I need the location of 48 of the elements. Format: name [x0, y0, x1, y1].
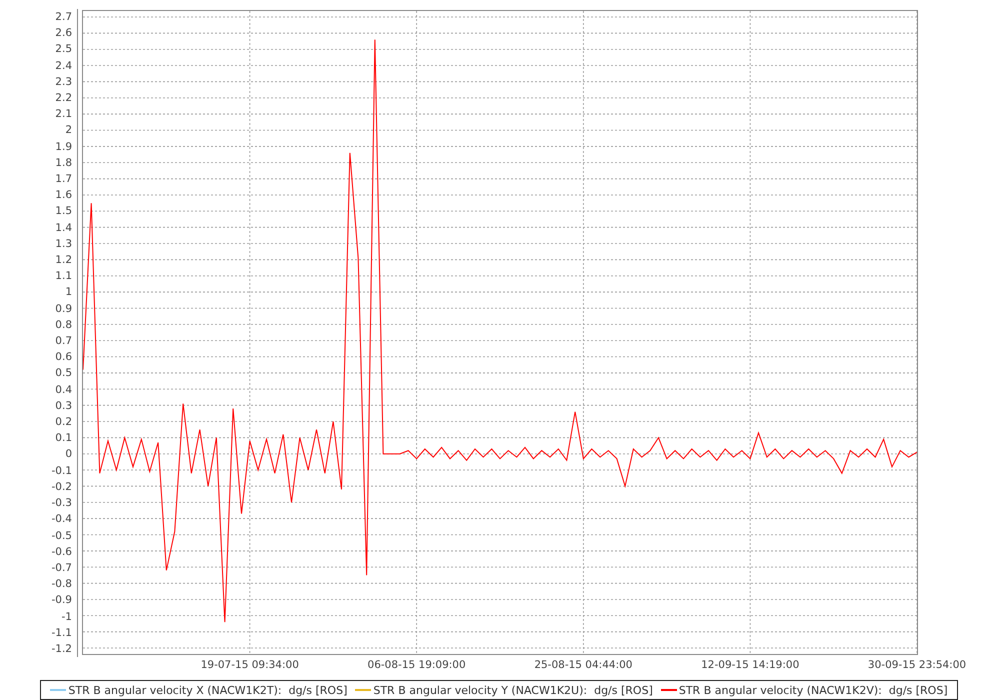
- y-axis-tick-label: -1.1: [50, 626, 72, 641]
- y-axis-tick-label: 2.4: [54, 58, 72, 74]
- y-axis-tick-label: 1.2: [54, 253, 72, 268]
- y-axis-tick-label: 0.3: [54, 398, 72, 414]
- legend-label: STR B angular velocity (NACW1K2V): dg/s [ROS]: [678, 684, 948, 697]
- y-axis-tick-label: -1: [60, 610, 72, 625]
- legend-label: STR B angular velocity Y (NACW1K2U): dg/s [ROS]: [373, 684, 653, 697]
- y-axis-tick-label: -0.1: [50, 464, 72, 479]
- x-axis-tick-label: 12-09-15 14:19:00: [701, 659, 800, 671]
- y-axis-tick-label: 0.8: [54, 318, 72, 333]
- y-axis-tick-label: 2.6: [54, 26, 72, 42]
- y-axis-tick-label: -0.2: [50, 480, 72, 495]
- y-axis-tick-label: 1.3: [54, 236, 72, 252]
- y-axis-tick-label: 2.1: [54, 107, 72, 122]
- y-axis-tick-label: 2: [64, 123, 72, 138]
- y-axis-tick-label: 0.6: [54, 350, 72, 366]
- y-axis-tick-label: -0.5: [50, 528, 72, 544]
- y-axis-tick-label: -0.4: [50, 512, 72, 528]
- legend-label: STR B angular velocity X (NACW1K2T): dg/s [ROS]: [68, 684, 348, 697]
- y-axis-tick-label: 0.9: [54, 302, 72, 317]
- x-axis-tick-label: 25-08-15 04:44:00: [534, 659, 632, 671]
- y-axis-tick-label: 1.9: [54, 140, 72, 155]
- y-axis-tick-label: 0.5: [54, 366, 72, 382]
- y-axis-tick-label: 1.6: [54, 188, 72, 204]
- y-axis-tick-label: 2.2: [54, 91, 72, 106]
- y-axis-tick-label: -0.7: [50, 560, 72, 576]
- y-axis-tick-label: -0.6: [50, 544, 72, 560]
- y-axis-tick-label: 2.3: [54, 74, 72, 90]
- y-axis-tick-label: 0: [64, 447, 72, 462]
- y-axis-tick-label: 1.5: [54, 204, 72, 220]
- x-axis-tick-label: 06-08-15 19:09:00: [368, 659, 466, 671]
- y-axis-tick-label: 2.7: [54, 10, 72, 25]
- x-axis-tick-label: 30-09-15 23:54:00: [868, 659, 966, 671]
- y-axis-tick-label: -0.9: [50, 593, 72, 608]
- y-axis-tick-label: 0.7: [54, 334, 72, 350]
- y-axis-tick-label: 1.1: [54, 269, 72, 284]
- y-axis-tick-label: -0.3: [50, 496, 72, 512]
- y-axis-tick-label: 0.2: [54, 415, 72, 430]
- y-axis-tick-label: 0.1: [54, 431, 72, 446]
- y-axis-tick-label: 1.7: [54, 172, 72, 188]
- y-axis-tick-label: 1.4: [54, 220, 72, 236]
- y-axis-tick-label: -1.2: [50, 642, 72, 657]
- y-axis-tick-label: -0.8: [50, 577, 72, 592]
- y-axis-tick-label: 1: [64, 285, 72, 300]
- y-axis-tick-label: 1.8: [54, 156, 72, 171]
- y-axis-tick-label: 2.5: [54, 42, 72, 58]
- x-axis-tick-label: 19-07-15 09:34:00: [200, 659, 299, 671]
- y-axis-tick-label: 0.4: [54, 382, 72, 398]
